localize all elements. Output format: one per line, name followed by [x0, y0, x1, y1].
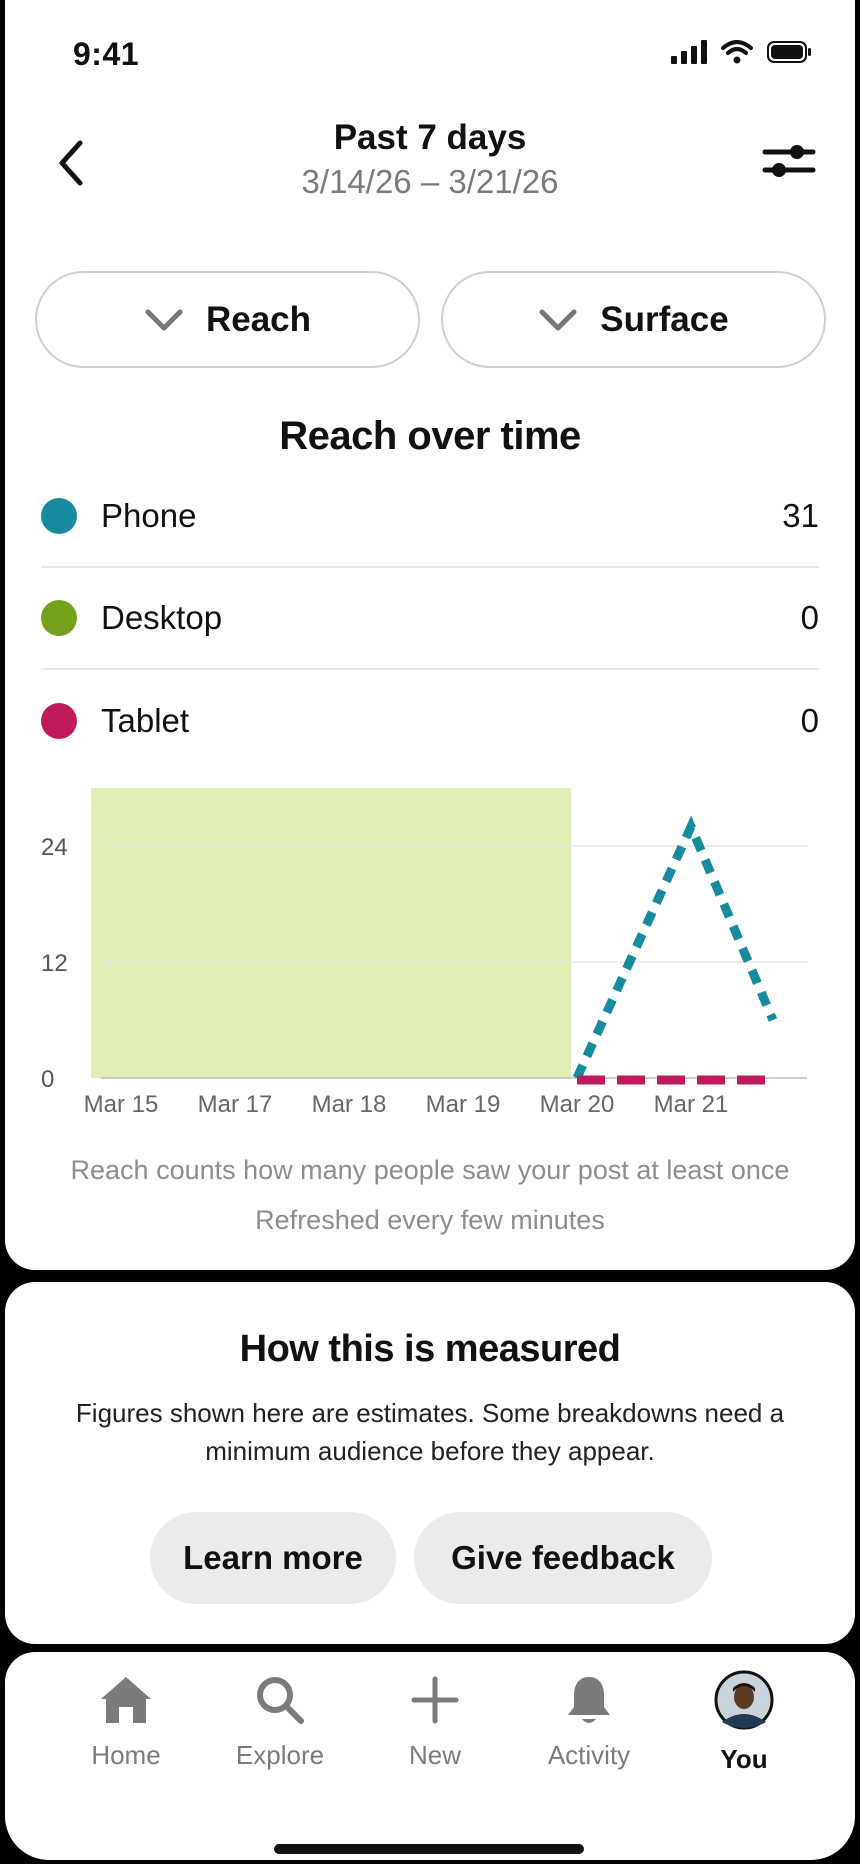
avatar [714, 1670, 774, 1730]
status-icons [671, 40, 813, 64]
status-time: 9:41 [73, 36, 140, 72]
nav-new-label: New [408, 1740, 461, 1770]
home-indicator [274, 1844, 584, 1854]
tablet-dot [41, 703, 77, 739]
y-tick-label: 0 [41, 1066, 54, 1093]
metric-dropdown[interactable]: Reach [35, 271, 420, 368]
reach-card: 9:41 Past 7 days 3/14/26 – 3/21/26 Reach… [5, 0, 855, 1270]
x-tick-label: Mar 15 [84, 1091, 159, 1118]
chevron-down-icon [539, 309, 577, 330]
legend-row-tablet: Tablet 0 [41, 670, 819, 772]
x-tick-label: Mar 19 [426, 1091, 501, 1118]
surface-dropdown[interactable]: Surface [441, 271, 826, 368]
battery-icon [767, 41, 811, 63]
reach-chart: 0 12 24 Mar 15 Mar 17 Mar 18 Mar 19 Mar 20 Mar 2… [41, 788, 807, 1118]
chevron-down-icon [145, 309, 183, 330]
give-feedback-button[interactable]: Give feedback [414, 1512, 712, 1604]
measurement-card: How this is measured Figures shown here … [5, 1282, 855, 1644]
x-tick-label: Mar 17 [198, 1091, 273, 1118]
nav-explore[interactable]: Explore [205, 1670, 355, 1790]
legend-name: Phone [101, 497, 197, 534]
sliders-icon [762, 145, 816, 177]
nav-you[interactable]: You [669, 1670, 819, 1790]
phone-dot [41, 498, 77, 534]
bottom-nav: Home Explore New Activity You [5, 1652, 855, 1860]
nav-home-label: Home [91, 1740, 161, 1770]
section-title: Reach over time [279, 414, 581, 458]
learn-more-button[interactable]: Learn more [150, 1512, 396, 1604]
date-range: 3/14/26 – 3/21/26 [301, 163, 559, 200]
nav-explore-label: Explore [235, 1740, 325, 1770]
legend-name: Tablet [101, 702, 190, 739]
bell-icon [568, 1677, 610, 1723]
x-tick-label: Mar 21 [654, 1091, 729, 1118]
plus-icon [411, 1676, 459, 1724]
info-body: Figures shown here are estimates. Some b… [75, 1398, 785, 1466]
desktop-dot [41, 600, 77, 636]
signal-icon [671, 40, 707, 64]
legend-row-phone: Phone 31 [41, 466, 819, 568]
info-title: How this is measured [239, 1328, 621, 1370]
series-line-phone [572, 815, 778, 1080]
wifi-icon [721, 40, 753, 64]
y-tick-label: 24 [41, 834, 68, 861]
legend-value: 31 [782, 497, 819, 534]
x-tick-label: Mar 20 [540, 1091, 615, 1118]
reach-definition: Reach counts how many people saw your po… [70, 1155, 790, 1185]
refresh-note: Refreshed every few minutes [255, 1205, 605, 1235]
legend-value: 0 [800, 599, 819, 636]
shaded-region [91, 788, 571, 1078]
nav-new[interactable]: New [360, 1670, 510, 1790]
page-title: Past 7 days [333, 118, 527, 157]
nav-activity[interactable]: Activity [514, 1670, 664, 1790]
filter-button[interactable] [761, 140, 817, 182]
nav-you-label: You [720, 1744, 768, 1774]
legend-row-desktop: Desktop 0 [41, 568, 819, 670]
nav-home[interactable]: Home [51, 1670, 201, 1790]
x-tick-label: Mar 18 [312, 1091, 387, 1118]
y-tick-label: 12 [41, 950, 68, 977]
surface-dropdown-label: Surface [600, 299, 729, 339]
legend-value: 0 [800, 702, 819, 739]
legend-name: Desktop [101, 599, 223, 636]
home-icon [101, 1677, 151, 1723]
metric-dropdown-label: Reach [205, 299, 312, 339]
search-icon [257, 1677, 304, 1724]
nav-activity-label: Activity [547, 1740, 631, 1770]
